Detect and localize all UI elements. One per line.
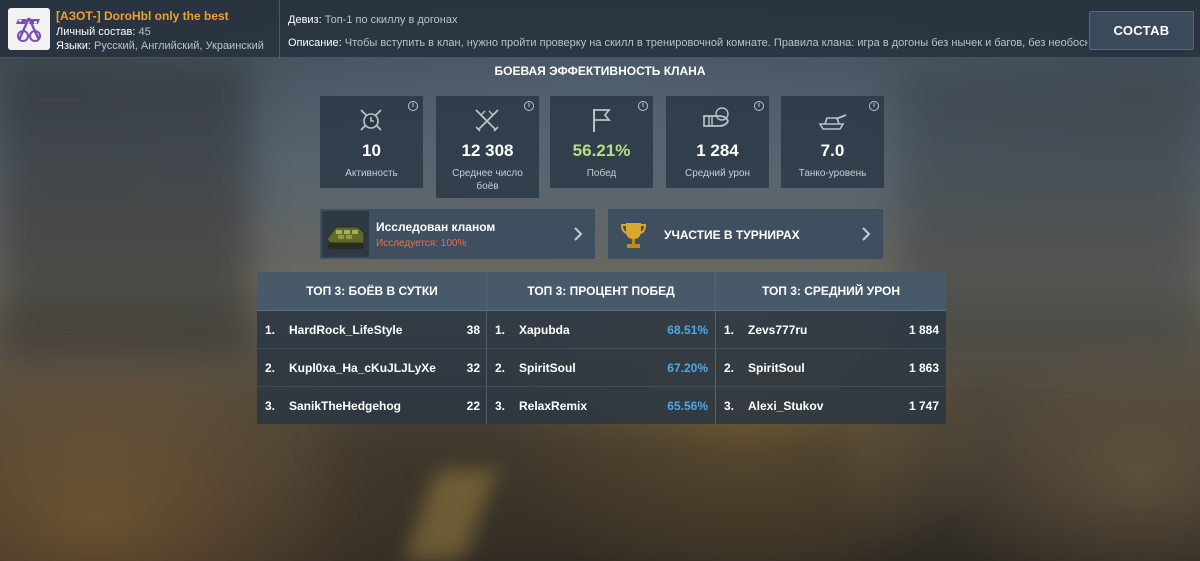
background-blur xyxy=(403,470,497,561)
stat-value: 1 284 xyxy=(696,141,739,160)
clan-emblem-icon xyxy=(8,8,50,50)
info-icon[interactable]: i xyxy=(524,101,534,111)
rank: 2. xyxy=(724,361,735,375)
activity-icon xyxy=(360,109,382,131)
info-icon[interactable]: i xyxy=(638,101,648,111)
stat-label: Среднее число боёв xyxy=(452,168,523,192)
player-value: 67.20% xyxy=(667,361,708,375)
table-header: ТОП 3: СРЕДНИЙ УРОН xyxy=(716,272,946,311)
clan-info-panel: [АЗОТ-] DoroHbl only the best Личный сос… xyxy=(0,0,280,58)
player-name: Xapubda xyxy=(519,323,570,337)
player-name: RelaxRemix xyxy=(519,399,588,413)
rank: 1. xyxy=(495,323,506,337)
chevron-right-icon xyxy=(862,227,871,241)
stat-card-wins[interactable]: i 56.21% Побед xyxy=(550,96,653,188)
chevron-right-icon xyxy=(574,227,583,241)
player-value: 65.56% xyxy=(667,399,708,413)
rank: 3. xyxy=(495,399,506,413)
player-name: SanikTheHedgehog xyxy=(289,399,402,413)
stat-label: Активность xyxy=(345,168,398,179)
languages-label: Языки: xyxy=(56,40,91,52)
table-row[interactable]: 1. Zevs777ru 1 884 xyxy=(716,311,946,349)
info-icon[interactable]: i xyxy=(408,101,418,111)
player-name: HardRock_LifeStyle xyxy=(289,323,403,337)
top3-damage-table: ТОП 3: СРЕДНИЙ УРОН 1. Zevs777ru 1 884 2… xyxy=(716,272,946,424)
clan-languages: Языки: Русский, Английский, Украинский xyxy=(56,40,264,52)
description-label: Описание: xyxy=(288,37,342,49)
tank-icon xyxy=(818,114,847,130)
rank: 2. xyxy=(265,361,276,375)
stat-label: Побед xyxy=(586,168,617,179)
research-progress: Исследуется: 100% xyxy=(376,238,467,249)
table-header: ТОП 3: ПРОЦЕНТ ПОБЕД xyxy=(487,272,715,311)
motto-label: Девиз: xyxy=(288,14,322,26)
player-value: 1 884 xyxy=(908,323,939,337)
clan-members: Личный состав: 45 xyxy=(56,26,151,38)
members-value: 45 xyxy=(138,26,151,38)
info-icon[interactable]: i xyxy=(754,101,764,111)
battles-icon xyxy=(475,109,499,132)
section-title: БОЕВАЯ ЭФФЕКТИВНОСТЬ КЛАНА xyxy=(494,64,706,78)
damage-shell-icon xyxy=(703,107,729,127)
clan-name: [АЗОТ-] DoroHbl only the best xyxy=(56,9,229,23)
stat-card-activity[interactable]: i 10 Активность xyxy=(320,96,423,188)
languages-value: Русский, Английский, Украинский xyxy=(93,40,264,52)
stat-card-tier[interactable]: i 7.0 Танко-уровень xyxy=(781,96,884,188)
table-row[interactable]: 2. SpiritSoul 67.20% xyxy=(487,349,715,387)
rank: 1. xyxy=(724,323,735,337)
player-value: 68.51% xyxy=(667,323,708,337)
background-blur xyxy=(0,60,250,360)
rank: 1. xyxy=(265,323,276,337)
stat-card-battles[interactable]: i 12 308 Среднее число боёв xyxy=(436,96,539,198)
description-value: Чтобы вступить в клан, нужно пройти пров… xyxy=(344,37,1088,49)
stat-card-damage[interactable]: i 1 284 Средний урон xyxy=(666,96,769,188)
tournaments-card[interactable]: УЧАСТИЕ В ТУРНИРАХ xyxy=(608,209,883,259)
vehicle-thumbnail-icon xyxy=(322,211,369,257)
player-value: 22 xyxy=(466,399,480,413)
player-value: 1 747 xyxy=(908,399,939,413)
top3-winrate-table: ТОП 3: ПРОЦЕНТ ПОБЕД 1. Xapubda 68.51% 2… xyxy=(486,272,716,424)
player-value: 1 863 xyxy=(908,361,939,375)
roster-button[interactable]: СОСТАВ xyxy=(1089,11,1194,50)
research-card[interactable]: Исследован кланом Исследуется: 100% xyxy=(320,209,595,259)
table-row[interactable]: 3. RelaxRemix 65.56% xyxy=(487,387,715,425)
player-name: Kupl0xa_Ha_cKuJLJLyXe xyxy=(289,361,436,375)
stat-value: 7.0 xyxy=(820,141,845,160)
rank: 3. xyxy=(265,399,276,413)
research-title: Исследован кланом xyxy=(376,220,496,234)
tournaments-title: УЧАСТИЕ В ТУРНИРАХ xyxy=(664,228,800,242)
rank: 3. xyxy=(724,399,735,413)
stat-value: 12 308 xyxy=(461,141,514,160)
table-row[interactable]: 2. SpiritSoul 1 863 xyxy=(716,349,946,387)
background-blur xyxy=(330,430,850,561)
victory-flag-icon xyxy=(593,109,611,132)
top3-battles-table: ТОП 3: БОЁВ В СУТКИ 1. HardRock_LifeStyl… xyxy=(257,272,487,424)
player-name: SpiritSoul xyxy=(519,361,576,375)
table-row[interactable]: 1. Xapubda 68.51% xyxy=(487,311,715,349)
player-value: 38 xyxy=(466,323,480,337)
player-name: Alexi_Stukov xyxy=(748,399,824,413)
trophy-icon xyxy=(620,223,647,248)
rank: 2. xyxy=(495,361,506,375)
clan-description[interactable]: Описание: Чтобы вступить в клан, нужно п… xyxy=(288,37,1088,49)
stat-value: 10 xyxy=(362,141,381,160)
clan-header: [АЗОТ-] DoroHbl only the best Личный сос… xyxy=(0,0,1200,58)
motto-value: Топ-1 по скиллу в догонах xyxy=(324,14,458,26)
table-header: ТОП 3: БОЁВ В СУТКИ xyxy=(257,272,487,311)
player-name: Zevs777ru xyxy=(748,323,808,337)
stat-value: 56.21% xyxy=(572,141,631,160)
table-row[interactable]: 1. HardRock_LifeStyle 38 xyxy=(257,311,487,349)
table-row[interactable]: 3. Alexi_Stukov 1 747 xyxy=(716,387,946,425)
player-name: SpiritSoul xyxy=(748,361,805,375)
info-icon[interactable]: i xyxy=(869,101,879,111)
player-value: 32 xyxy=(466,361,480,375)
table-row[interactable]: 3. SanikTheHedgehog 22 xyxy=(257,387,487,425)
stat-label: Танко-уровень xyxy=(798,168,867,179)
clan-motto: Девиз: Топ-1 по скиллу в догонах xyxy=(288,14,458,26)
table-row[interactable]: 2. Kupl0xa_Ha_cKuJLJLyXe 32 xyxy=(257,349,487,387)
stat-label: Средний урон xyxy=(685,168,750,179)
members-label: Личный состав: xyxy=(56,26,136,38)
